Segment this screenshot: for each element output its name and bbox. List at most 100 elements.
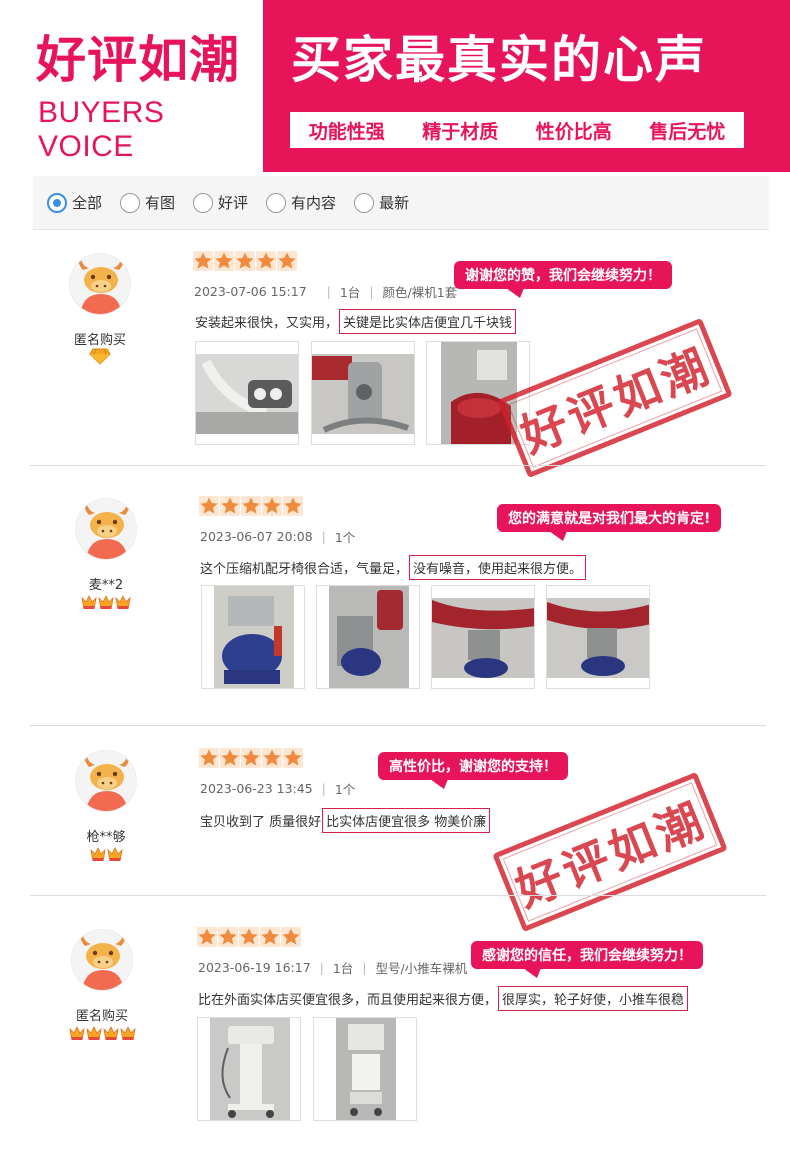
crown-icon	[81, 594, 97, 610]
header-tag-material: 精于材质	[422, 120, 499, 143]
rating-stars	[193, 251, 297, 271]
reviewer-name: 匿名购买	[75, 1009, 128, 1024]
review-text: 这个压缩机配牙椅很合适，气量足， 没有噪音，使用起来很方便。	[200, 555, 587, 580]
review-body: 这个压缩机配牙椅很合适，气量足，	[200, 562, 409, 577]
seller-reply-bubble: 高性价比，谢谢您的支持！	[378, 752, 568, 789]
praise-stamp: 好评如潮	[492, 771, 728, 933]
rating-stars	[199, 748, 303, 768]
seller-reply-bubble: 感谢您的信任，我们会继续努力！	[471, 941, 703, 978]
star-icon	[199, 748, 219, 768]
star-icon	[260, 927, 280, 947]
crown-icon	[90, 846, 106, 862]
review-divider	[30, 895, 766, 896]
filter-label: 有图	[145, 194, 176, 212]
review-date: 2023-07-06 15:17	[194, 284, 307, 299]
filter-latest[interactable]: 最新	[354, 192, 409, 213]
review-date: 2023-06-07 20:08	[200, 529, 313, 544]
header-tag-function: 功能性强	[308, 120, 385, 143]
member-badges	[57, 1025, 147, 1041]
crown-icon	[103, 1025, 119, 1041]
star-icon	[256, 251, 276, 271]
chair-unit-photo-icon	[317, 586, 419, 688]
review-meta: 2023-07-06 15:17 | 1台 | 颜色/裸机1套	[194, 284, 458, 300]
review-divider	[30, 465, 766, 466]
review-meta: 2023-06-07 20:08 | 1个	[200, 529, 356, 545]
star-icon	[193, 251, 213, 271]
review-photo[interactable]	[431, 585, 535, 689]
star-icon	[218, 927, 238, 947]
rating-stars	[197, 927, 301, 947]
review-body: 宝贝收到了 质量很好	[200, 815, 322, 830]
member-badges	[55, 348, 145, 365]
radio-selected-icon[interactable]	[47, 192, 67, 213]
review-photo[interactable]	[316, 585, 420, 689]
star-icon	[277, 251, 297, 271]
crown-icon	[86, 1025, 102, 1041]
radio-icon[interactable]	[120, 192, 141, 213]
review-meta: 2023-06-23 13:45 | 1个	[200, 781, 356, 797]
star-icon	[262, 496, 282, 516]
reviewer-name: 匿名购买	[73, 333, 126, 348]
review-photo[interactable]	[195, 341, 299, 445]
review-quantity: 1个	[334, 530, 356, 545]
filter-label: 好评	[218, 194, 249, 212]
reviewer-name: 枪**够	[86, 830, 126, 845]
rating-stars	[199, 496, 303, 516]
member-badges	[61, 594, 151, 610]
seller-reply-bubble: 您的满意就是对我们最大的肯定!	[497, 504, 722, 541]
crown-icon	[69, 1025, 85, 1041]
review-highlight: 比实体店便宜很多 物美价廉	[322, 808, 491, 833]
bull-avatar-icon	[72, 930, 133, 991]
star-icon	[239, 927, 259, 947]
diamond-icon	[89, 348, 111, 365]
review-highlight: 很厚实，轮子好使，小推车很稳	[498, 986, 689, 1011]
praise-stamp: 好评如潮	[497, 317, 733, 479]
avatar	[71, 929, 133, 991]
review-photo[interactable]	[313, 1017, 417, 1121]
review-meta: 2023-06-19 16:17 | 1台 | 型号/小推车裸机	[198, 960, 468, 976]
review-body: 比在外面实体店买便宜很多，而且使用起来很方便，	[198, 993, 498, 1008]
review-date: 2023-06-19 16:17	[198, 960, 311, 975]
star-icon	[281, 927, 301, 947]
crown-icon	[98, 594, 114, 610]
header-left-panel: 好评如潮 BUYERS VOICE	[0, 0, 262, 172]
review-filter-bar: 全部 有图 好评 有内容 最新	[33, 176, 769, 230]
header-tag-service: 售后无忧	[649, 120, 726, 143]
bull-avatar-icon	[70, 254, 131, 315]
review-photo[interactable]	[201, 585, 305, 689]
header-tags: 功能性强 精于材质 性价比高 售后无忧	[290, 112, 744, 148]
radio-icon[interactable]	[266, 192, 287, 213]
review-highlight: 关键是比实体店便宜几千块钱	[339, 309, 517, 334]
star-icon	[262, 748, 282, 768]
mobile-cart-photo-icon	[314, 1018, 416, 1120]
seller-reply-bubble: 谢谢您的赞，我们会继续努力！	[454, 261, 672, 298]
review-divider	[30, 725, 766, 726]
filter-with-content[interactable]: 有内容	[266, 192, 336, 213]
radio-icon[interactable]	[193, 192, 214, 213]
crown-icon	[115, 594, 131, 610]
radio-icon[interactable]	[354, 192, 375, 213]
review-text: 宝贝收到了 质量很好 比实体店便宜很多 物美价廉	[200, 808, 491, 833]
filter-with-photos[interactable]: 有图	[120, 192, 175, 213]
chair-column-photo-icon	[312, 342, 414, 444]
dental-lamp-photo-icon	[196, 342, 298, 444]
review-photo[interactable]	[311, 341, 415, 445]
review-photo[interactable]	[197, 1017, 301, 1121]
review-quantity: 1个	[334, 782, 356, 797]
review-photo[interactable]	[546, 585, 650, 689]
header-tag-value: 性价比高	[535, 120, 612, 143]
chair-attachment-photo-icon	[432, 586, 534, 688]
star-icon	[241, 748, 261, 768]
filter-positive[interactable]: 好评	[193, 192, 248, 213]
header-subtitle: BUYERS VOICE	[38, 96, 165, 163]
header-title: 好评如潮	[36, 31, 240, 89]
star-icon	[241, 496, 261, 516]
star-icon	[220, 748, 240, 768]
star-icon	[214, 251, 234, 271]
star-icon	[235, 251, 255, 271]
crown-icon	[120, 1025, 136, 1041]
reviewer-name: 麦**2	[88, 578, 124, 593]
avatar	[75, 750, 137, 812]
chair-attachment-photo-icon	[547, 586, 649, 688]
filter-all[interactable]: 全部	[47, 192, 102, 213]
